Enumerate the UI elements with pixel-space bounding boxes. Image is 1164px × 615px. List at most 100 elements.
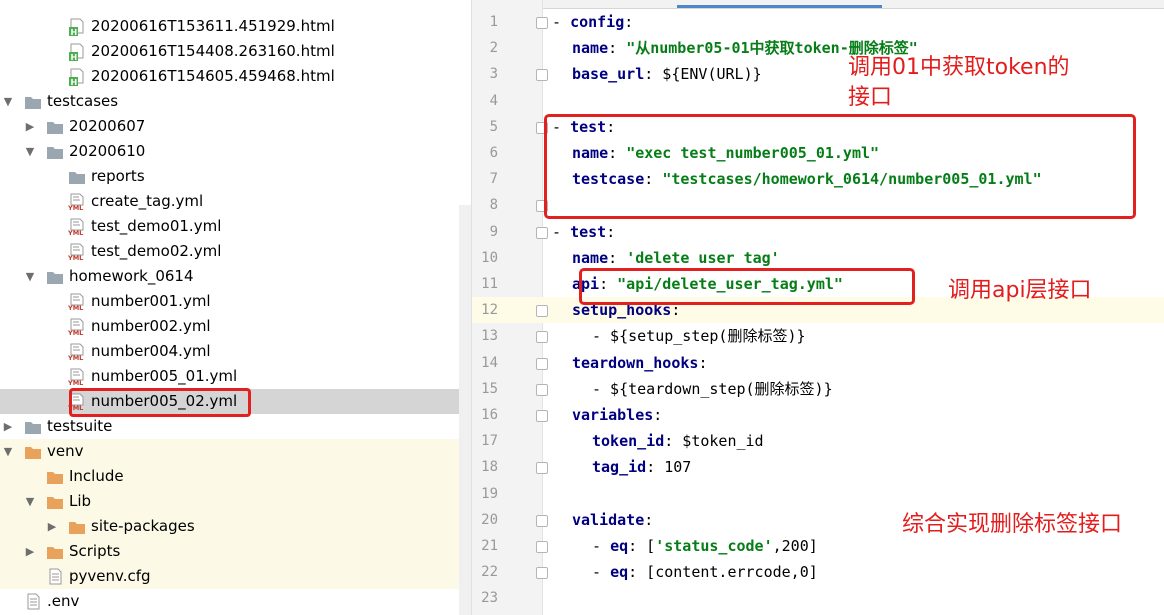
line-number: 1: [489, 14, 498, 30]
yml-file-icon: YML: [67, 243, 86, 262]
tree-item-label: 20200610: [69, 142, 146, 160]
tree-item-label: create_tag.yml: [91, 192, 204, 210]
fold-marker-icon[interactable]: [536, 17, 548, 29]
tree-item[interactable]: ▶ Scripts: [0, 539, 471, 564]
tree-item[interactable]: ▼ testcases: [0, 89, 471, 114]
code-editor[interactable]: 1- config: 2 name: "从number05-01中获取token-删…: [471, 0, 1164, 615]
folder-icon: [24, 443, 42, 460]
code-text: - test:: [552, 222, 616, 241]
code-line[interactable]: 19: [472, 481, 1164, 507]
code-line[interactable]: 23: [472, 585, 1164, 611]
tree-item[interactable]: ▶ site-packages: [0, 514, 471, 539]
fold-marker-icon[interactable]: [536, 331, 548, 344]
tree-item[interactable]: H 20200616T154605.459468.html: [0, 64, 471, 89]
tree-item[interactable]: ▼ 20200610: [0, 139, 471, 164]
tree-item[interactable]: YML create_tag.yml: [0, 189, 471, 214]
tree-item[interactable]: YML number004.yml: [0, 339, 471, 364]
tree-item[interactable]: YML test_demo02.yml: [0, 239, 471, 264]
svg-text:YML: YML: [68, 329, 83, 336]
code-line[interactable]: 17 token_id: $token_id: [472, 428, 1164, 454]
svg-text:YML: YML: [68, 379, 83, 386]
svg-text:YML: YML: [68, 354, 83, 361]
tree-item-label: Lib: [69, 492, 92, 510]
line-number: 21: [481, 538, 498, 554]
tree-item-label: pyvenv.cfg: [69, 567, 151, 585]
line-number: 9: [489, 223, 498, 240]
annotation-token-line2: 接口: [848, 85, 893, 110]
line-number: 22: [481, 564, 498, 581]
tree-item[interactable]: reports: [0, 164, 471, 189]
folder-icon: [68, 518, 86, 535]
annotation-token-line1: 调用01中获取token的: [848, 55, 1070, 80]
fold-marker-icon[interactable]: [536, 383, 548, 396]
fold-marker-icon[interactable]: [536, 514, 548, 527]
tree-item[interactable]: pyvenv.cfg: [0, 564, 471, 589]
tree-item-label: .env: [47, 592, 80, 610]
line-number: 13: [481, 328, 498, 345]
collapse-arrow-icon[interactable]: ▶: [46, 514, 58, 539]
line-number: 16: [481, 407, 498, 423]
tree-item[interactable]: H 20200616T154408.263160.html: [0, 39, 471, 64]
tree-item[interactable]: ▼ venv: [0, 439, 471, 464]
fold-marker-icon[interactable]: [536, 541, 548, 553]
yml-file-icon: YML: [67, 193, 86, 212]
tree-item-label: testcases: [47, 92, 119, 110]
collapse-arrow-icon[interactable]: ▶: [24, 114, 36, 139]
expand-arrow-icon[interactable]: ▼: [2, 439, 14, 464]
tree-item[interactable]: .env: [0, 589, 471, 614]
tree-item-label: test_demo02.yml: [91, 242, 222, 260]
editor-tab-bar[interactable]: [472, 0, 1164, 9]
tree-item[interactable]: YML test_demo01.yml: [0, 214, 471, 239]
expand-arrow-icon[interactable]: ▼: [24, 489, 36, 514]
expand-arrow-icon[interactable]: ▼: [24, 139, 36, 164]
svg-text:YML: YML: [68, 229, 83, 236]
selected-file-highlight-box: [69, 388, 251, 417]
code-text: - eq: ['status_code',200]: [592, 537, 818, 555]
expand-arrow-icon[interactable]: ▼: [24, 264, 36, 289]
collapse-arrow-icon[interactable]: ▶: [24, 539, 36, 564]
tree-item[interactable]: Include: [0, 464, 471, 489]
line-number: 20: [481, 511, 498, 528]
tree-item-label: 20200607: [69, 117, 146, 135]
fold-marker-icon[interactable]: [536, 226, 548, 239]
tree-item[interactable]: YML number001.yml: [0, 289, 471, 314]
code-text: teardown_hooks:: [572, 353, 708, 372]
line-number: 14: [481, 354, 498, 371]
tree-item[interactable]: YML number005_02.yml: [0, 388, 471, 417]
fold-marker-icon[interactable]: [536, 357, 548, 370]
collapse-arrow-icon[interactable]: ▶: [2, 414, 14, 439]
code-line[interactable]: 1 - config:: [472, 9, 1164, 35]
tree-item-label: number004.yml: [91, 342, 211, 360]
tree-item-label: homework_0614: [69, 267, 194, 285]
code-line[interactable]: 9 - test:: [472, 219, 1164, 245]
fold-marker-icon[interactable]: [536, 462, 548, 475]
tree-item[interactable]: H 20200616T153611.451929.html: [0, 14, 471, 39]
code-line[interactable]: 13 - ${setup_step(删除标签)}: [472, 323, 1164, 349]
fold-marker-icon[interactable]: [536, 69, 548, 82]
fold-marker-icon[interactable]: [536, 410, 548, 422]
html-file-icon: H: [68, 43, 86, 62]
tree-item-label: 20200616T154605.459468.html: [91, 67, 335, 85]
code-line[interactable]: 22 - eq: [content.errcode,0]: [472, 559, 1164, 585]
api-highlight-box: [579, 268, 915, 305]
tree-item[interactable]: YML number002.yml: [0, 314, 471, 339]
active-tab-indicator: [677, 5, 882, 8]
project-tree[interactable]: H 20200616T153611.451929.html H 20200616T15…: [0, 0, 471, 615]
code-line[interactable]: 14 teardown_hooks:: [472, 350, 1164, 376]
tree-item[interactable]: ▶ testsuite: [0, 414, 471, 439]
folder-icon: [46, 543, 64, 560]
line-number: 17: [481, 433, 498, 450]
tree-scrollbar[interactable]: [459, 205, 471, 615]
code-line[interactable]: 16 variables:: [472, 402, 1164, 428]
tree-item[interactable]: ▶ 20200607: [0, 114, 471, 139]
html-file-icon: H: [68, 18, 86, 37]
fold-marker-icon[interactable]: [536, 305, 548, 318]
tree-item[interactable]: ▼ Lib: [0, 489, 471, 514]
expand-arrow-icon[interactable]: ▼: [2, 89, 14, 114]
tree-item[interactable]: YML number005_01.yml: [0, 364, 471, 389]
fold-marker-icon[interactable]: [536, 567, 548, 580]
tree-item[interactable]: ▼ homework_0614: [0, 264, 471, 289]
code-line[interactable]: 15 - ${teardown_step(删除标签)}: [472, 376, 1164, 402]
code-line[interactable]: 18 tag_id: 107: [472, 454, 1164, 480]
line-number: 11: [481, 276, 498, 292]
